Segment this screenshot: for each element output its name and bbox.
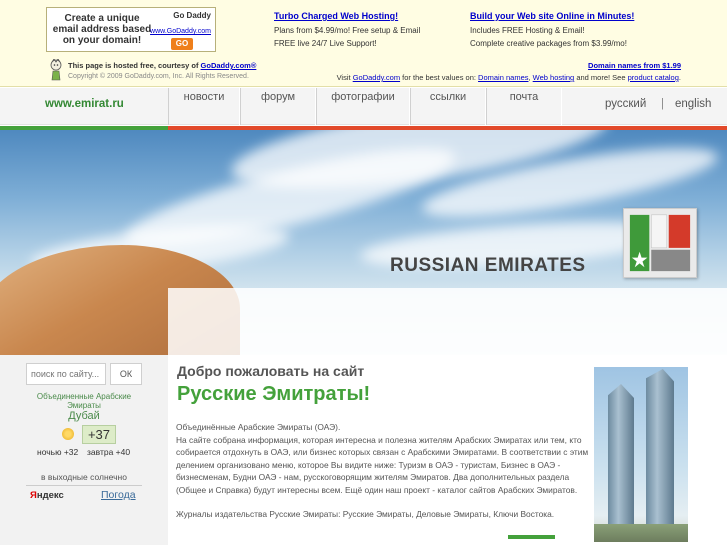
tower-right (646, 369, 674, 524)
accent-stripe-green (508, 535, 555, 539)
site-search-input[interactable] (26, 363, 106, 385)
website-promo-line: Includes FREE Hosting & Email! (470, 26, 585, 35)
weather-temperature: +37 (82, 425, 116, 444)
godaddy-hosted-row: This page is hosted free, courtesy of Go… (0, 57, 727, 87)
weather-city: Дубай (68, 410, 100, 422)
web-hosting-link[interactable]: Web hosting (533, 73, 575, 82)
yandex-logo: Яндекс (30, 490, 64, 501)
website-promo-link[interactable]: Build your Web site Online in Minutes! (470, 10, 634, 23)
weather-night: ночью +32 (37, 447, 79, 457)
nav-item-photos[interactable]: фотографии (316, 88, 410, 125)
weather-weekend-note: в выходные солнечно (41, 472, 127, 482)
emirates-towers-photo (594, 367, 688, 542)
website-promo: Build your Web site Online in Minutes! I… (470, 10, 634, 50)
ad-url-link[interactable]: www.GoDaddy.com (150, 28, 211, 35)
site-logo-title: RUSSIAN EMIRATES (390, 255, 586, 276)
godaddy-visit-line: Visit GoDaddy.com for the best values on… (337, 73, 681, 82)
hosting-promo: Turbo Charged Web Hosting! Plans from $4… (274, 10, 420, 50)
tower-ground (594, 524, 688, 542)
domain-names-visit-link[interactable]: Domain names (478, 73, 528, 82)
visit-text: . (678, 73, 681, 82)
emirates-flag-logo-icon (623, 208, 697, 278)
weather-tomorrow: завтра +40 (87, 447, 131, 457)
nav-item-forum[interactable]: форум (240, 88, 316, 125)
hosting-promo-line: Plans from $4.99/mo! Free setup & Email (274, 26, 421, 35)
welcome-heading: Добро пожаловать на сайт (177, 363, 365, 379)
intro-line: Объединённые Арабские Эмираты (ОАЭ). (176, 422, 341, 432)
godaddy-hosted-link[interactable]: GoDaddy.com® (201, 61, 257, 70)
nav-menu: новости форум фотографии ссылки почта (168, 88, 562, 125)
intro-paragraph: Объединённые Арабские Эмираты (ОАЭ). На … (176, 421, 598, 496)
ad-text: Create a unique email address based on y… (52, 13, 152, 46)
hero-banner: RUSSIAN EMIRATES (0, 130, 727, 355)
godaddy-logo: Go Daddy (173, 11, 211, 20)
yandex-logo-letter: Я (30, 490, 37, 501)
weather-link[interactable]: Погода (101, 489, 136, 501)
godaddy-copyright: Copyright © 2009 GoDaddy.com, Inc. All R… (68, 73, 249, 80)
hosting-promo-link[interactable]: Turbo Charged Web Hosting! (274, 10, 420, 23)
visit-text: and more! See (574, 73, 628, 82)
weather-divider (26, 485, 142, 486)
godaddy-link[interactable]: GoDaddy.com (353, 73, 400, 82)
main-navigation: www.emirat.ru новости форум фотографии с… (0, 88, 727, 125)
language-english-link[interactable]: english (675, 98, 711, 110)
intro-text: На сайте собрана информация, которая инт… (176, 434, 589, 495)
hosted-notice-text: This page is hosted free, courtesy of (68, 61, 201, 70)
website-promo-line: Complete creative packages from $3.99/mo… (470, 39, 627, 48)
site-name-heading: Русские Эмитраты! (177, 383, 371, 405)
nav-item-news[interactable]: новости (168, 88, 240, 125)
sun-icon (62, 428, 74, 440)
language-russian-link[interactable]: русский (605, 98, 646, 110)
language-separator: | (661, 98, 664, 110)
main-content: Добро пожаловать на сайт Русские Эмитрат… (168, 355, 727, 545)
visit-text: Visit (336, 73, 353, 82)
ad-go-button[interactable]: GO (171, 38, 193, 50)
sidebar: ОК Объединенные Арабские Эмираты Дубай +… (0, 355, 168, 545)
tower-left (608, 384, 634, 524)
product-catalog-link[interactable]: product catalog (628, 73, 679, 82)
site-url[interactable]: www.emirat.ru (45, 98, 124, 110)
visit-text: for the best values on: (400, 73, 479, 82)
search-ok-button[interactable]: ОК (110, 363, 142, 385)
nav-item-mail[interactable]: почта (486, 88, 562, 125)
nav-item-links[interactable]: ссылки (410, 88, 486, 125)
magazines-line: Журналы издательства Русские Эмираты: Ру… (176, 509, 555, 519)
domain-names-link[interactable]: Domain names from $1.99 (588, 61, 681, 70)
hosting-promo-line: FREE live 24/7 Live Support! (274, 39, 377, 48)
godaddy-ad-box[interactable]: Create a unique email address based on y… (46, 7, 216, 52)
godaddy-mascot-icon (50, 59, 62, 81)
godaddy-banner: Create a unique email address based on y… (0, 0, 727, 87)
yandex-logo-rest: ндекс (36, 490, 64, 501)
weather-country: Объединенные Арабские Эмираты (36, 392, 132, 410)
hosted-notice: This page is hosted free, courtesy of Go… (68, 61, 256, 70)
hero-panel (168, 288, 727, 355)
